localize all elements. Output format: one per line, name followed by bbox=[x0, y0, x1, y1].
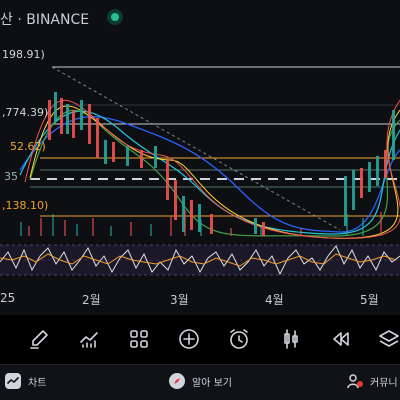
nav-tab-community[interactable]: 커뮤니 bbox=[346, 372, 398, 390]
chart-icon bbox=[4, 372, 22, 390]
time-label-feb: 2월 bbox=[82, 293, 101, 307]
chart-type-button[interactable] bbox=[276, 324, 306, 354]
market-open-indicator bbox=[107, 9, 123, 25]
price-label-198: 198.91) bbox=[2, 48, 45, 61]
alert-button[interactable] bbox=[224, 324, 254, 354]
layout-button[interactable] bbox=[124, 324, 154, 354]
candlestick-icon bbox=[284, 329, 298, 349]
time-label-apr: 4월 bbox=[265, 293, 284, 307]
nav-explore-label: 알아 보기 bbox=[192, 377, 232, 389]
trend-line bbox=[51, 66, 341, 231]
time-label-mar: 3월 bbox=[170, 293, 189, 307]
nav-tab-explore[interactable]: 알아 보기 bbox=[168, 372, 232, 390]
exchange-label: 산 · BINANCE bbox=[0, 12, 90, 28]
price-chart[interactable] bbox=[0, 0, 400, 315]
community-icon bbox=[346, 372, 364, 390]
replay-icon bbox=[333, 332, 349, 346]
nav-chart-label: 차트 bbox=[28, 377, 47, 389]
add-icon bbox=[179, 329, 199, 349]
bottom-navigation: 차트 알아 보기 커뮤니 bbox=[0, 364, 400, 400]
time-label-25: 25 bbox=[0, 291, 16, 305]
nav-tab-chart[interactable]: 차트 bbox=[4, 372, 46, 390]
alarm-icon bbox=[230, 329, 248, 349]
price-label-138: ,138.10) bbox=[2, 199, 49, 212]
replay-button[interactable] bbox=[326, 324, 356, 354]
indicator-icon bbox=[80, 332, 98, 348]
drawing-tool-button[interactable] bbox=[24, 324, 54, 354]
price-label-774: ,774.39) bbox=[2, 106, 49, 119]
add-button[interactable] bbox=[174, 324, 204, 354]
chart-area[interactable]: 산 · BINANCE 198.91) ,774.39) 52.62) 35 ,… bbox=[0, 0, 400, 315]
layers-button[interactable] bbox=[374, 324, 400, 354]
brush-icon bbox=[30, 330, 48, 349]
price-label-52: 52.62) bbox=[10, 140, 46, 153]
time-label-may: 5월 bbox=[360, 293, 379, 307]
compass-icon bbox=[168, 372, 186, 390]
chart-toolbar bbox=[0, 315, 400, 363]
price-label-35: 35 bbox=[4, 170, 18, 183]
layout-grid-icon bbox=[130, 330, 148, 348]
layers-icon bbox=[379, 330, 399, 347]
nav-community-label: 커뮤니 bbox=[370, 377, 398, 389]
candles bbox=[48, 92, 395, 236]
indicators-button[interactable] bbox=[74, 324, 104, 354]
